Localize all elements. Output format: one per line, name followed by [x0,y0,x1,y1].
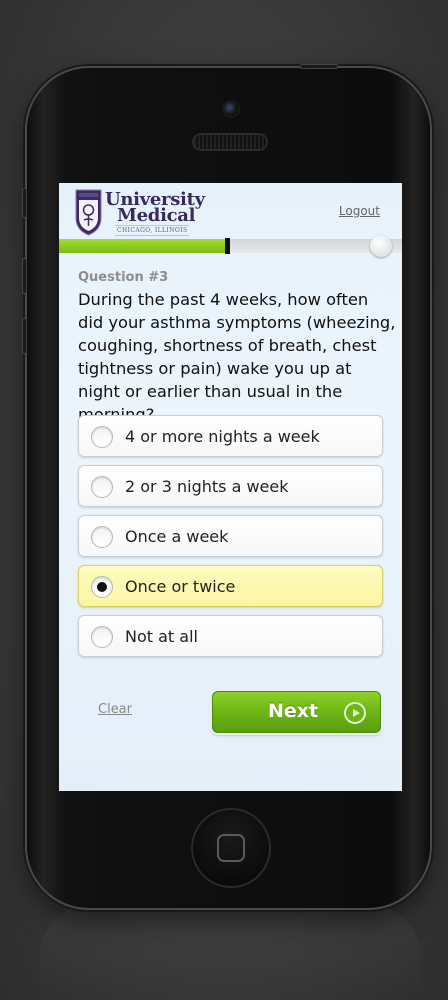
progress-fill [59,239,227,253]
answer-option[interactable]: 2 or 3 nights a week [78,465,383,507]
answer-option[interactable]: Once or twice [78,565,383,607]
logo-subtitle: CHICAGO, ILLINOIS [115,225,190,236]
answer-label: Once a week [125,527,229,546]
question-text: During the past 4 weeks, how often did y… [78,290,396,424]
app-header: University Medical CHICAGO, ILLINOIS Log… [59,183,402,239]
radio-icon[interactable] [91,576,113,598]
progress-bar [59,235,402,257]
volume-down-button [22,318,27,354]
radio-icon[interactable] [91,526,113,548]
logout-link[interactable]: Logout [339,204,380,218]
phone-reflection [40,905,420,1000]
power-button [300,64,338,69]
camera-icon [224,102,238,116]
radio-icon[interactable] [91,426,113,448]
next-button-label: Next [268,700,319,722]
clear-link[interactable]: Clear [98,702,132,717]
mute-switch [22,188,27,218]
home-square-icon [217,834,245,862]
answer-label: Once or twice [125,577,236,596]
progress-knob [370,235,392,257]
university-medical-shield-icon [75,189,102,236]
answer-label: Not at all [125,627,198,646]
answer-option[interactable]: 4 or more nights a week [78,415,383,457]
play-circle-icon [344,702,366,724]
app-screen: University Medical CHICAGO, ILLINOIS Log… [59,183,402,791]
answer-option[interactable]: Once a week [78,515,383,557]
progress-marker [225,238,230,254]
question-number: Question #3 [78,270,169,285]
logo-text-line2: Medical [117,205,196,226]
speaker-grille [194,135,266,149]
radio-icon[interactable] [91,626,113,648]
radio-icon[interactable] [91,476,113,498]
answer-label: 2 or 3 nights a week [125,477,289,496]
answer-label: 4 or more nights a week [125,427,320,446]
home-button[interactable] [193,810,269,886]
answer-option[interactable]: Not at all [78,615,383,657]
volume-up-button [22,258,27,294]
next-button[interactable]: Next [212,691,381,733]
